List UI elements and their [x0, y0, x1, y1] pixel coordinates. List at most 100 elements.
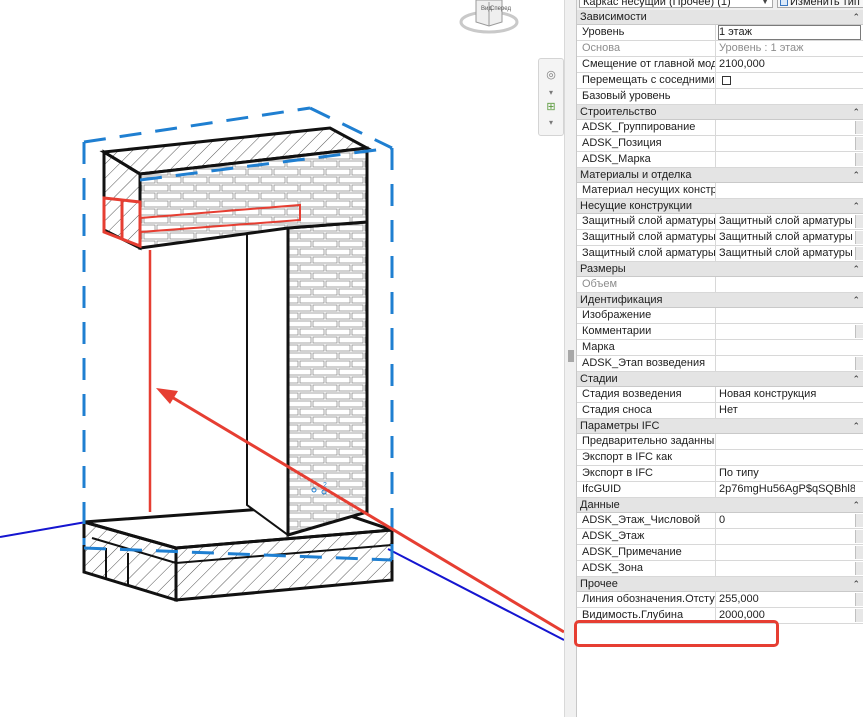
- property-value[interactable]: 0: [719, 513, 855, 528]
- property-group-header[interactable]: Несущие конструкции ⌃: [577, 199, 863, 214]
- property-value[interactable]: [719, 324, 855, 339]
- property-value[interactable]: [719, 152, 855, 167]
- property-row[interactable]: Защитный слой арматуры ... Защитный слой …: [577, 230, 863, 246]
- property-row[interactable]: Стадия возведения Новая конструкция: [577, 387, 863, 403]
- value-button[interactable]: [855, 357, 863, 370]
- view-cube[interactable]: Вид Сперед: [456, 0, 522, 40]
- 3d-viewport[interactable]: 2 Вид Сперед ◎ ▾ ⊞ ▾: [0, 0, 564, 717]
- collapse-icon[interactable]: ⌃: [852, 168, 860, 183]
- panel-splitter[interactable]: [564, 0, 577, 717]
- property-value[interactable]: 2100,000: [719, 57, 855, 72]
- property-row[interactable]: Защитный слой арматуры ... Защитный слой …: [577, 246, 863, 262]
- value-button[interactable]: [855, 562, 863, 575]
- property-group-header[interactable]: Размеры ⌃: [577, 262, 863, 277]
- value-button[interactable]: [855, 514, 863, 527]
- property-group-header[interactable]: Параметры IFC ⌃: [577, 419, 863, 434]
- property-row[interactable]: ADSK_Этаж_Числовой 0: [577, 513, 863, 529]
- property-value[interactable]: [719, 183, 855, 198]
- property-row[interactable]: Стадия сноса Нет: [577, 403, 863, 419]
- property-value[interactable]: [719, 545, 855, 560]
- value-button[interactable]: [855, 121, 863, 134]
- value-button[interactable]: [855, 137, 863, 150]
- property-group-header[interactable]: Стадии ⌃: [577, 372, 863, 387]
- collapse-icon[interactable]: ⌃: [852, 293, 860, 308]
- property-value[interactable]: Защитный слой арматуры ...: [719, 214, 855, 229]
- property-value[interactable]: [719, 529, 855, 544]
- collapse-icon[interactable]: ⌃: [852, 577, 860, 592]
- property-row[interactable]: Уровень 1 этаж: [577, 25, 863, 41]
- property-row[interactable]: Экспорт в IFC По типу: [577, 466, 863, 482]
- property-value[interactable]: [719, 136, 855, 151]
- value-button[interactable]: [855, 593, 863, 606]
- collapse-icon[interactable]: ⌃: [852, 10, 860, 25]
- property-value[interactable]: [719, 308, 855, 323]
- property-group-header[interactable]: Данные ⌃: [577, 498, 863, 513]
- property-value[interactable]: Нет: [719, 403, 855, 418]
- property-row[interactable]: Объем: [577, 277, 863, 293]
- property-row[interactable]: ADSK_Примечание: [577, 545, 863, 561]
- property-label: ADSK_Марка: [582, 152, 716, 167]
- collapse-icon[interactable]: ⌃: [852, 419, 860, 434]
- property-value[interactable]: Новая конструкция: [719, 387, 855, 402]
- property-row[interactable]: IfcGUID 2p76mgHu56AgP$qSQBhl8L: [577, 482, 863, 498]
- property-row[interactable]: Смещение от главной мод... 2100,000: [577, 57, 863, 73]
- zoom-icon[interactable]: ⊞: [542, 99, 560, 115]
- property-value[interactable]: 255,000: [719, 592, 855, 607]
- svg-text:Сперед: Сперед: [490, 6, 511, 12]
- collapse-icon[interactable]: ⌃: [852, 105, 860, 120]
- property-row[interactable]: Марка: [577, 340, 863, 356]
- collapse-icon[interactable]: ⌃: [852, 262, 860, 277]
- value-edit-box[interactable]: [718, 25, 861, 40]
- collapse-icon[interactable]: ⌃: [852, 372, 860, 387]
- group-title: Параметры IFC: [580, 420, 660, 432]
- property-row[interactable]: Линия обозначения.Отступ 255,000: [577, 592, 863, 608]
- value-button[interactable]: [855, 215, 863, 228]
- property-row[interactable]: ADSK_Позиция: [577, 136, 863, 152]
- property-row[interactable]: ADSK_Этаж: [577, 529, 863, 545]
- property-group-header[interactable]: Зависимости ⌃: [577, 10, 863, 25]
- property-row[interactable]: Основа Уровень : 1 этаж: [577, 41, 863, 57]
- value-button[interactable]: [855, 325, 863, 338]
- property-value[interactable]: [719, 120, 855, 135]
- collapse-icon[interactable]: ⌃: [852, 498, 860, 513]
- property-row[interactable]: ADSK_Марка: [577, 152, 863, 168]
- steering-wheel-icon[interactable]: ◎: [542, 67, 560, 83]
- property-group-header[interactable]: Материалы и отделка ⌃: [577, 168, 863, 183]
- value-button[interactable]: [855, 231, 863, 244]
- property-checkbox[interactable]: [722, 76, 731, 85]
- property-value[interactable]: [719, 561, 855, 576]
- property-value[interactable]: По типу: [719, 466, 855, 481]
- type-selector[interactable]: Каркас несущий (Прочее) (1) ▼: [579, 0, 773, 8]
- property-value[interactable]: [719, 356, 855, 371]
- property-value[interactable]: Защитный слой арматуры ...: [719, 246, 855, 261]
- property-row[interactable]: ADSK_Зона: [577, 561, 863, 577]
- property-value[interactable]: 2p76mgHu56AgP$qSQBhl8L: [719, 482, 855, 497]
- property-group-header[interactable]: Строительство ⌃: [577, 105, 863, 120]
- edit-type-button[interactable]: Изменить тип: [777, 0, 863, 8]
- property-row[interactable]: Базовый уровень: [577, 89, 863, 105]
- property-value[interactable]: [719, 450, 855, 465]
- property-value[interactable]: Защитный слой арматуры ...: [719, 230, 855, 245]
- chevron-down-icon[interactable]: ▾: [542, 115, 560, 131]
- value-button[interactable]: [855, 530, 863, 543]
- property-row[interactable]: Перемещать с соседними ...: [577, 73, 863, 89]
- value-button[interactable]: [855, 546, 863, 559]
- value-button[interactable]: [855, 609, 863, 622]
- property-row[interactable]: Комментарии: [577, 324, 863, 340]
- property-row[interactable]: Экспорт в IFC как: [577, 450, 863, 466]
- property-value[interactable]: [719, 89, 855, 104]
- property-row[interactable]: ADSK_Группирование: [577, 120, 863, 136]
- property-group-header[interactable]: Идентификация ⌃: [577, 293, 863, 308]
- value-button[interactable]: [855, 153, 863, 166]
- value-button[interactable]: [855, 247, 863, 260]
- collapse-icon[interactable]: ⌃: [852, 199, 860, 214]
- property-row[interactable]: Предварительно заданны...: [577, 434, 863, 450]
- property-value[interactable]: [719, 434, 855, 449]
- splitter-grip[interactable]: [568, 350, 574, 362]
- property-group-header[interactable]: Прочее ⌃: [577, 577, 863, 592]
- property-value[interactable]: [719, 340, 855, 355]
- property-row[interactable]: ADSK_Этап возведения: [577, 356, 863, 372]
- property-row[interactable]: Материал несущих констр...: [577, 183, 863, 199]
- property-row[interactable]: Защитный слой арматуры ... Защитный слой …: [577, 214, 863, 230]
- property-row[interactable]: Изображение: [577, 308, 863, 324]
